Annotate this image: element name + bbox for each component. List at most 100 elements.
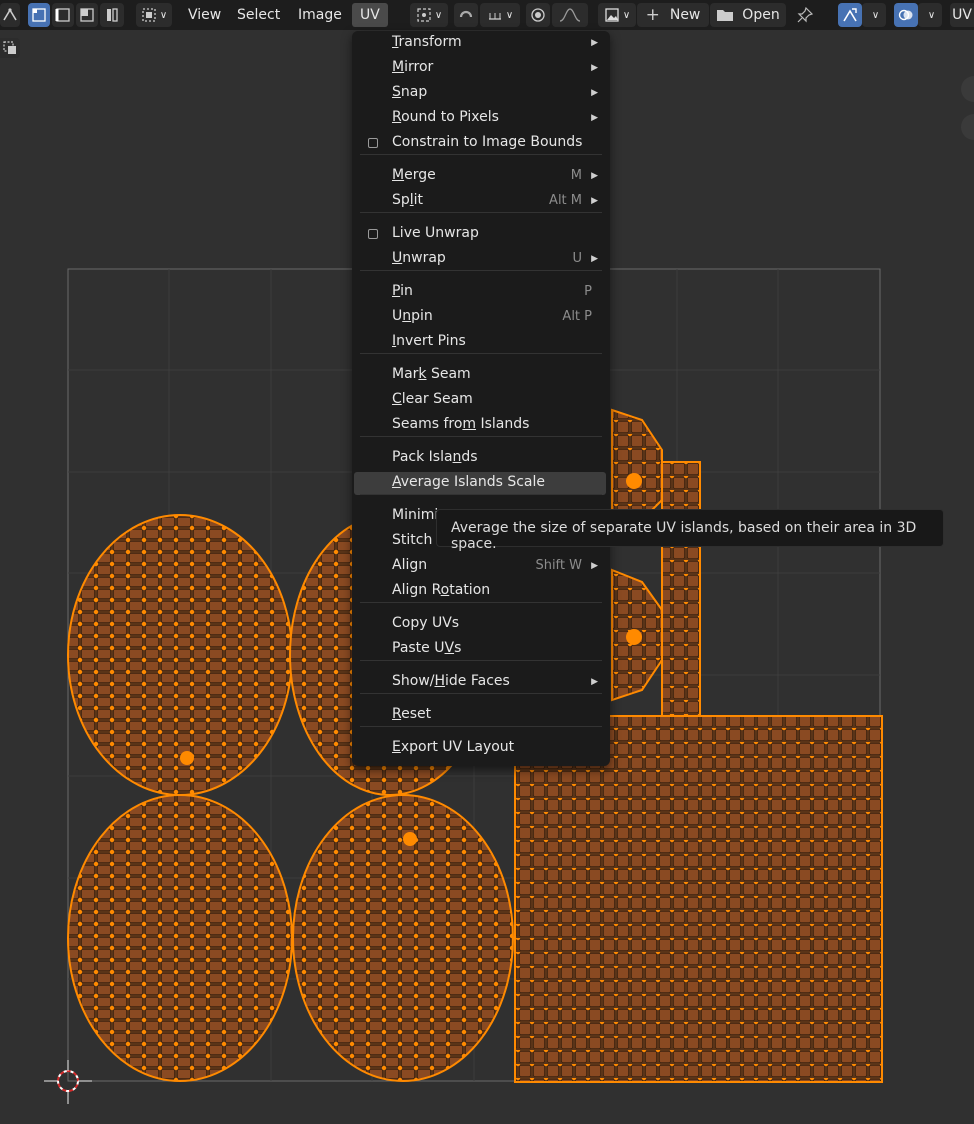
menu-item-label: Align Rotation <box>392 582 491 598</box>
menu-item-unwrap[interactable]: Unwrap U ▶ <box>354 248 606 271</box>
menu-item-live-unwrap[interactable]: Live Unwrap <box>354 223 606 246</box>
editor-type-button[interactable] <box>0 3 20 27</box>
sticky-selection-dropdown[interactable]: ∨ <box>136 3 172 27</box>
menu-item-snap[interactable]: Snap ▶ <box>354 82 606 105</box>
menu-item-transform[interactable]: Transform ▶ <box>354 32 606 55</box>
proportional-falloff-dropdown[interactable] <box>552 3 588 27</box>
uv-menu-dropdown: Transform ▶ Mirror ▶ Snap ▶ Round to Pixels ▶ Co… <box>352 31 610 766</box>
uv-vertex[interactable] <box>626 473 642 489</box>
uv-sync-icon <box>843 8 857 22</box>
submenu-arrow-icon: ▶ <box>591 63 598 73</box>
pin-image-button[interactable] <box>792 3 818 27</box>
submenu-arrow-icon: ▶ <box>591 254 598 264</box>
menu-item-align-rotation[interactable]: Align Rotation <box>354 580 606 603</box>
overlays-icon <box>898 9 913 21</box>
chevron-down-icon: ∨ <box>871 9 880 21</box>
menu-item-label: Round to Pixels <box>392 109 499 125</box>
uv-editor-header: ∨ View Select Image UV ∨ ∨ ∨ + New Open … <box>0 0 974 30</box>
select-mode-vertex-button[interactable] <box>28 3 50 27</box>
menu-separator <box>360 660 602 661</box>
editor-mode-dropdown[interactable]: UV <box>950 3 974 27</box>
uv-island[interactable] <box>661 461 701 717</box>
chevron-down-icon: ∨ <box>622 9 631 21</box>
face-select-icon <box>80 8 94 22</box>
new-image-button[interactable]: + New <box>637 3 709 27</box>
menu-separator <box>360 693 602 694</box>
uv-editor-icon <box>3 8 17 21</box>
menu-item-shortcut: Alt M <box>549 193 582 208</box>
uv-vertex[interactable] <box>626 629 642 645</box>
proportional-editing-button[interactable] <box>526 3 550 27</box>
submenu-arrow-icon: ▶ <box>591 171 598 181</box>
menu-item-shortcut: U <box>572 251 582 266</box>
select-mode-face-button[interactable] <box>76 3 98 27</box>
uv-island[interactable] <box>67 794 293 1082</box>
submenu-arrow-icon: ▶ <box>591 196 598 206</box>
menu-item-copy-uvs[interactable]: Copy UVs <box>354 613 606 636</box>
uv-vertex[interactable] <box>403 832 417 846</box>
menu-separator <box>360 270 602 271</box>
proportional-editing-icon <box>531 8 545 22</box>
menu-item-split[interactable]: Split Alt M ▶ <box>354 190 606 213</box>
overlays-button[interactable] <box>894 3 918 27</box>
menu-select[interactable]: Select <box>229 3 288 27</box>
island-select-icon <box>107 8 118 22</box>
checkbox-icon[interactable] <box>368 138 378 148</box>
menu-item-average-islands-scale[interactable]: Average Islands Scale <box>354 472 606 495</box>
menu-view[interactable]: View <box>180 3 229 27</box>
chevron-down-icon: ∨ <box>434 9 443 21</box>
menu-item-reset[interactable]: Reset <box>354 704 606 727</box>
menu-item-round-to-pixels[interactable]: Round to Pixels ▶ <box>354 107 606 130</box>
menu-item-merge[interactable]: Merge M ▶ <box>354 165 606 188</box>
uv-vertex[interactable] <box>180 751 194 765</box>
menu-uv[interactable]: UV <box>352 3 388 27</box>
menu-item-label: Stitch <box>392 532 433 548</box>
submenu-arrow-icon: ▶ <box>591 38 598 48</box>
menu-item-invert-pins[interactable]: Invert Pins <box>354 331 606 354</box>
toolbar-toggle-button[interactable] <box>0 38 20 58</box>
menu-item-label: Unwrap <box>392 250 446 266</box>
tooltip: Average the size of separate UV islands,… <box>436 509 944 552</box>
menu-item-constrain-to-image-bounds[interactable]: Constrain to Image Bounds <box>354 132 606 155</box>
snap-target-dropdown[interactable]: ∨ <box>480 3 520 27</box>
menu-item-unpin[interactable]: Unpin Alt P <box>354 306 606 329</box>
uv-sync-selection-button[interactable] <box>838 3 862 27</box>
menu-item-shortcut: Shift W <box>535 558 582 573</box>
menu-item-export-uv-layout[interactable]: Export UV Layout <box>354 737 606 760</box>
pivot-point-dropdown[interactable]: ∨ <box>410 3 448 27</box>
menu-item-mirror[interactable]: Mirror ▶ <box>354 57 606 80</box>
overlays-dropdown[interactable]: ∨ <box>918 3 942 27</box>
menu-item-show-hide-faces[interactable]: Show/Hide Faces ▶ <box>354 671 606 694</box>
menu-item-label: Export UV Layout <box>392 739 515 755</box>
open-image-button[interactable]: Open <box>710 3 786 27</box>
pivot-point-icon <box>417 8 431 22</box>
menu-image[interactable]: Image <box>290 3 350 27</box>
menu-separator <box>360 494 602 495</box>
menu-item-mark-seam[interactable]: Mark Seam <box>354 364 606 387</box>
menu-item-pack-islands[interactable]: Pack Islands <box>354 447 606 470</box>
snap-toggle-button[interactable] <box>454 3 478 27</box>
checkbox-icon[interactable] <box>368 229 378 239</box>
menu-item-label: Paste UVs <box>392 640 462 656</box>
chevron-down-icon: ∨ <box>927 9 936 21</box>
magnet-icon <box>459 10 473 18</box>
menu-item-align[interactable]: Align Shift W ▶ <box>354 555 606 578</box>
chevron-down-icon: ∨ <box>505 9 514 21</box>
image-browse-dropdown[interactable]: ∨ <box>598 3 636 27</box>
menu-item-pin[interactable]: Pin P <box>354 281 606 304</box>
uv-island[interactable] <box>514 715 883 1083</box>
select-mode-edge-button[interactable] <box>52 3 74 27</box>
uv-2d-cursor[interactable] <box>44 1060 92 1104</box>
menu-item-label: Pin <box>392 283 413 299</box>
uv-island[interactable] <box>292 794 514 1082</box>
select-mode-island-button[interactable] <box>100 3 124 27</box>
sync-options-dropdown[interactable]: ∨ <box>862 3 886 27</box>
uv-island[interactable] <box>67 514 293 796</box>
menu-item-clear-seam[interactable]: Clear Seam <box>354 389 606 412</box>
menu-item-seams-from-islands[interactable]: Seams from Islands <box>354 414 606 437</box>
chevron-down-icon: ∨ <box>159 9 168 21</box>
menu-item-paste-uvs[interactable]: Paste UVs <box>354 638 606 661</box>
tooltip-text: Average the size of separate UV islands,… <box>451 520 917 552</box>
plus-icon: + <box>645 5 660 25</box>
edge-select-icon <box>55 8 70 22</box>
